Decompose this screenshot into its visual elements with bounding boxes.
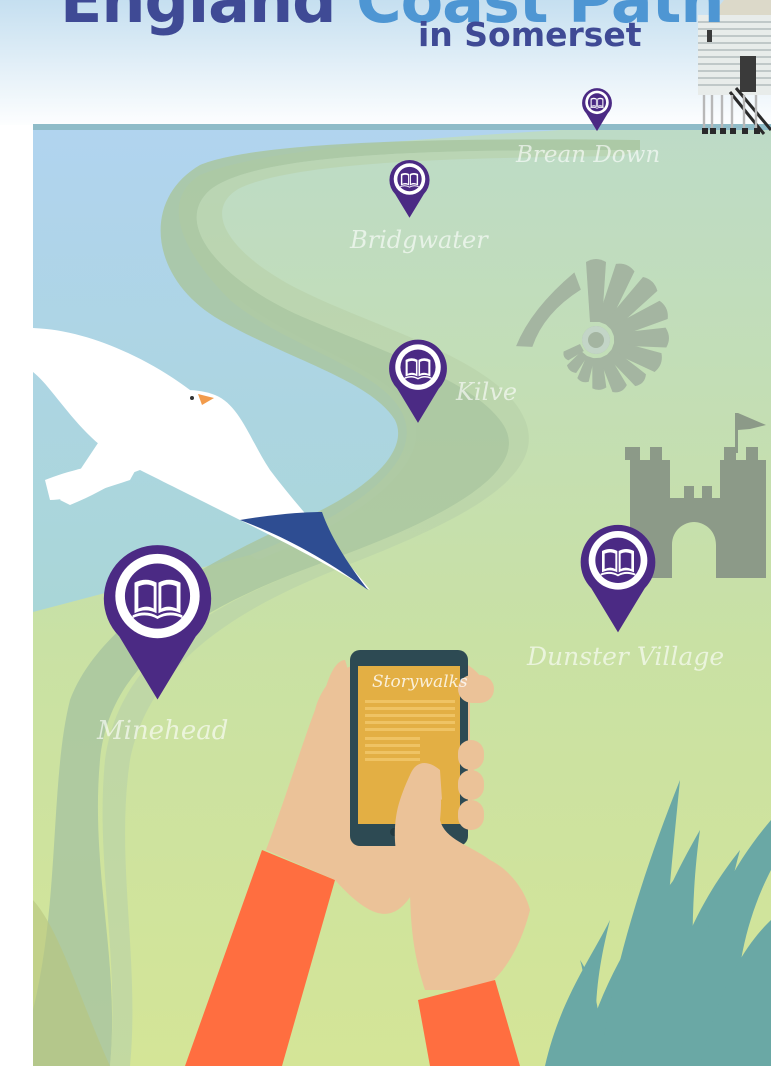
poster: England Coast Path in Somerset Brean Dow… (0, 0, 771, 1066)
page-subtitle: in Somerset (418, 15, 642, 54)
place-label-dunster-village: Dunster Village (527, 642, 725, 671)
title-part-england: England (60, 0, 336, 37)
place-label-brean-down: Brean Down (516, 142, 661, 168)
phone-app-title: Storywalks (372, 672, 468, 692)
place-label-bridgwater: Bridgwater (350, 226, 488, 254)
place-label-minehead: Minehead (97, 716, 229, 746)
place-label-kilve: Kilve (456, 378, 518, 406)
